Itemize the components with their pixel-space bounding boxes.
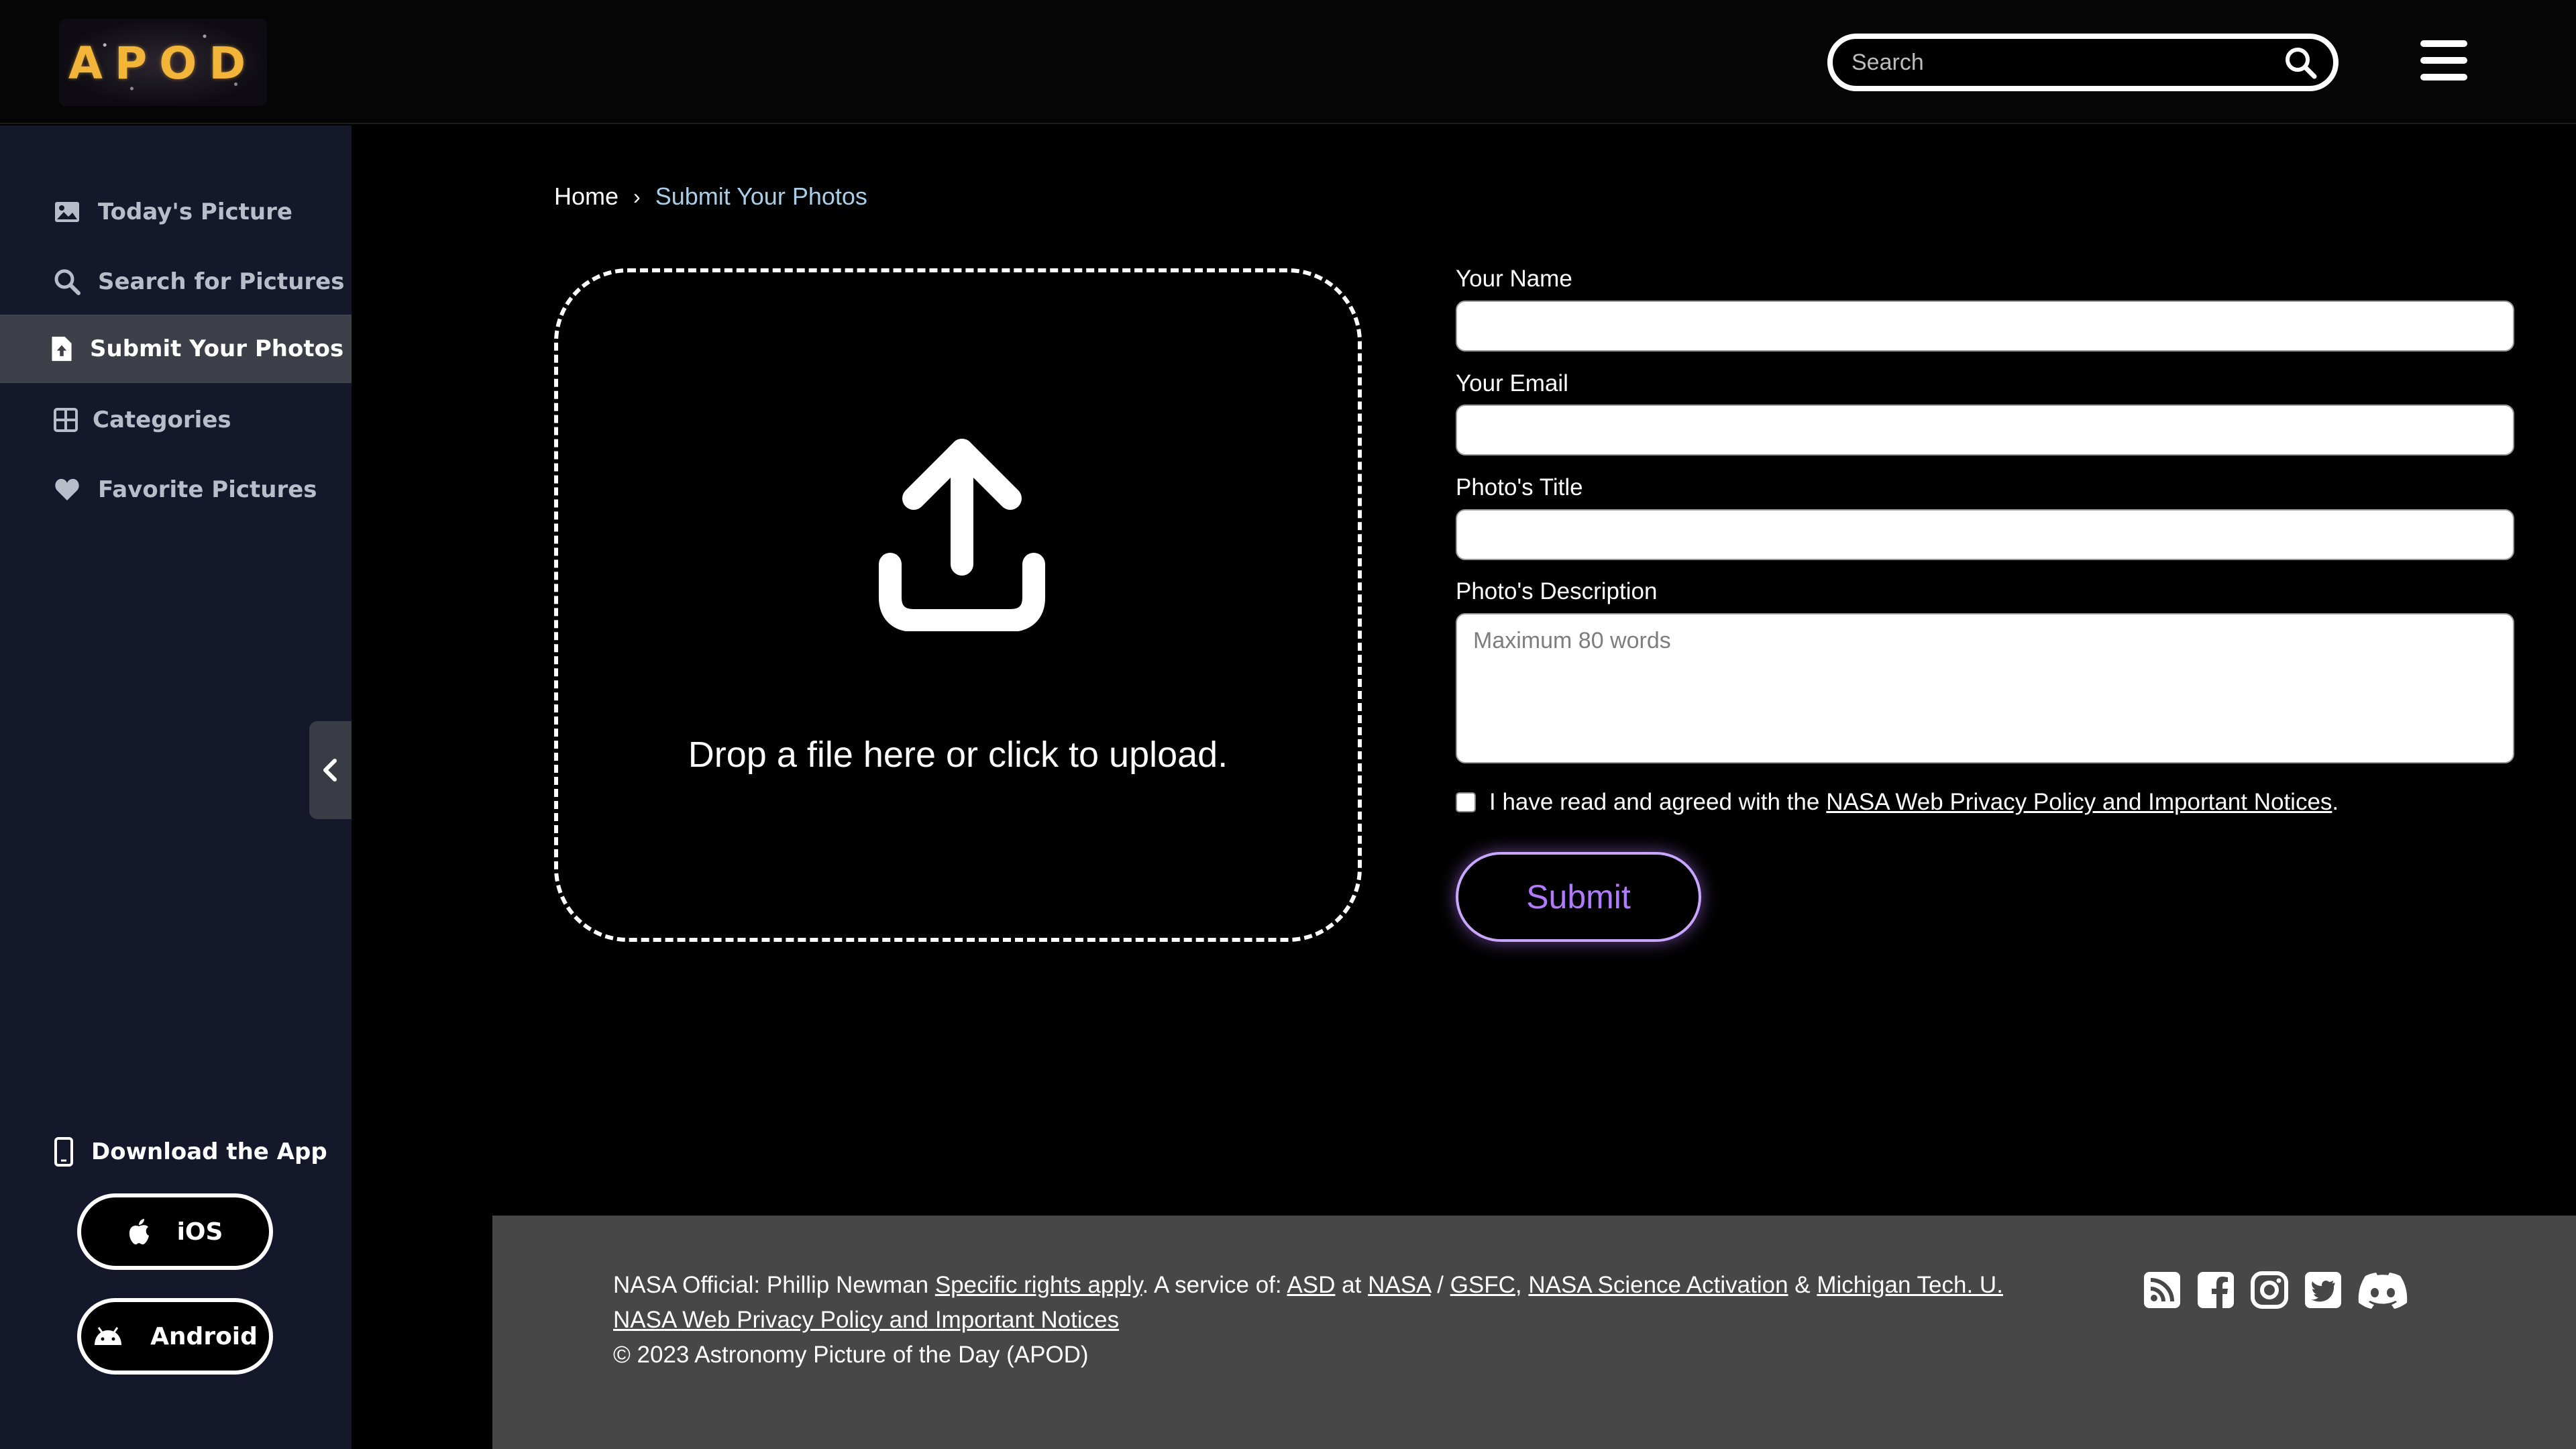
sidebar-collapse-button[interactable] xyxy=(309,721,352,819)
breadcrumb: Home › Submit Your Photos xyxy=(554,182,867,211)
sidebar-item-label: Categories xyxy=(93,407,231,433)
privacy-policy-link[interactable]: NASA Web Privacy Policy and Important No… xyxy=(1826,789,2332,816)
privacy-agreement-row: I have read and agreed with the NASA Web… xyxy=(1456,789,2339,816)
michigan-tech-link[interactable]: Michigan Tech. U. xyxy=(1817,1272,2003,1298)
footer-text: NASA Official: Phillip Newman Specific r… xyxy=(613,1268,2003,1373)
name-label: Your Name xyxy=(1456,266,1572,292)
apod-logo[interactable]: APOD xyxy=(59,19,267,106)
email-label: Your Email xyxy=(1456,370,1568,396)
sidebar-item-label: Submit Your Photos xyxy=(90,335,344,362)
footer-privacy-link[interactable]: NASA Web Privacy Policy and Important No… xyxy=(613,1307,1119,1333)
gsfc-link[interactable]: GSFC xyxy=(1450,1272,1515,1298)
copyright: © 2023 Astronomy Picture of the Day (APO… xyxy=(613,1342,1089,1368)
photo-description-field[interactable] xyxy=(1456,613,2514,763)
top-header: APOD xyxy=(0,0,2576,124)
sidebar-item-search-for-pictures[interactable]: Search for Pictures xyxy=(0,248,352,316)
twitter-icon[interactable] xyxy=(2304,1271,2343,1309)
heart-icon xyxy=(55,478,79,500)
sidebar-item-label: Favorite Pictures xyxy=(98,476,317,503)
search-icon xyxy=(54,269,80,295)
rss-icon[interactable] xyxy=(2143,1271,2182,1309)
nasa-official: NASA Official: Phillip Newman xyxy=(613,1272,929,1298)
android-app-button[interactable]: Android xyxy=(77,1298,273,1375)
logo-text: APOD xyxy=(68,38,258,89)
breadcrumb-separator: › xyxy=(633,184,641,209)
comma-text: , xyxy=(1515,1272,1522,1298)
sidebar-item-categories[interactable]: Categories xyxy=(0,386,352,454)
apple-icon xyxy=(129,1219,149,1244)
service-prefix: . A service of: xyxy=(1142,1272,1282,1298)
dropzone-instructions: Drop a file here or click to upload. xyxy=(688,735,1228,775)
chevron-left-icon xyxy=(323,759,337,782)
ampersand-text: & xyxy=(1794,1272,1811,1298)
slash-text: / xyxy=(1437,1272,1444,1298)
social-links xyxy=(2143,1271,2408,1309)
sidebar-item-submit-your-photos[interactable]: Submit Your Photos xyxy=(0,315,352,383)
submit-button[interactable]: Submit xyxy=(1456,852,1701,942)
asd-link[interactable]: ASD xyxy=(1287,1272,1335,1298)
file-dropzone[interactable]: Drop a file here or click to upload. xyxy=(554,268,1362,942)
instagram-icon[interactable] xyxy=(2250,1271,2289,1309)
breadcrumb-home-link[interactable]: Home xyxy=(554,182,619,211)
search-box[interactable] xyxy=(1827,34,2339,91)
email-field[interactable] xyxy=(1456,405,2514,455)
download-app-label: Download the App xyxy=(91,1138,327,1165)
breadcrumb-current: Submit Your Photos xyxy=(655,182,867,210)
sidebar-item-todays-picture[interactable]: Today's Picture xyxy=(0,178,352,246)
android-icon xyxy=(95,1327,122,1345)
search-icon[interactable] xyxy=(2284,46,2318,80)
name-field[interactable] xyxy=(1456,301,2514,352)
sidebar-item-label: Today's Picture xyxy=(98,199,292,225)
upload-icon xyxy=(879,439,1045,631)
download-app-heading: Download the App xyxy=(54,1137,327,1167)
search-input[interactable] xyxy=(1851,46,2267,79)
footer-line-2: NASA Web Privacy Policy and Important No… xyxy=(613,1303,2003,1338)
sidebar-item-label: Search for Pictures xyxy=(98,268,345,295)
photo-description-label: Photo's Description xyxy=(1456,578,1658,604)
image-icon xyxy=(55,202,79,222)
ios-label: iOS xyxy=(176,1218,223,1246)
facebook-icon[interactable] xyxy=(2196,1271,2235,1309)
discord-icon[interactable] xyxy=(2357,1271,2408,1309)
nasa-link[interactable]: NASA xyxy=(1368,1272,1430,1298)
footer-line-1: NASA Official: Phillip Newman Specific r… xyxy=(613,1268,2003,1303)
mobile-phone-icon xyxy=(54,1137,73,1167)
hamburger-menu-icon[interactable] xyxy=(2420,40,2467,80)
privacy-agreement-checkbox[interactable] xyxy=(1456,792,1476,812)
rights-link[interactable]: Specific rights apply xyxy=(935,1272,1142,1298)
ios-app-button[interactable]: iOS xyxy=(77,1193,273,1270)
photo-title-field[interactable] xyxy=(1456,509,2514,560)
sidebar: Today's Picture Search for Pictures Subm… xyxy=(0,125,352,1449)
photo-title-label: Photo's Title xyxy=(1456,474,1583,500)
grid-icon xyxy=(54,408,78,432)
agreement-period: . xyxy=(2332,789,2339,815)
science-activation-link[interactable]: NASA Science Activation xyxy=(1528,1272,1788,1298)
footer: NASA Official: Phillip Newman Specific r… xyxy=(492,1216,2576,1449)
file-upload-icon xyxy=(52,336,72,362)
android-label: Android xyxy=(150,1322,258,1350)
at-text: at xyxy=(1342,1272,1362,1298)
agreement-text: I have read and agreed with the xyxy=(1489,789,1820,815)
sidebar-item-favorite-pictures[interactable]: Favorite Pictures xyxy=(0,455,352,524)
